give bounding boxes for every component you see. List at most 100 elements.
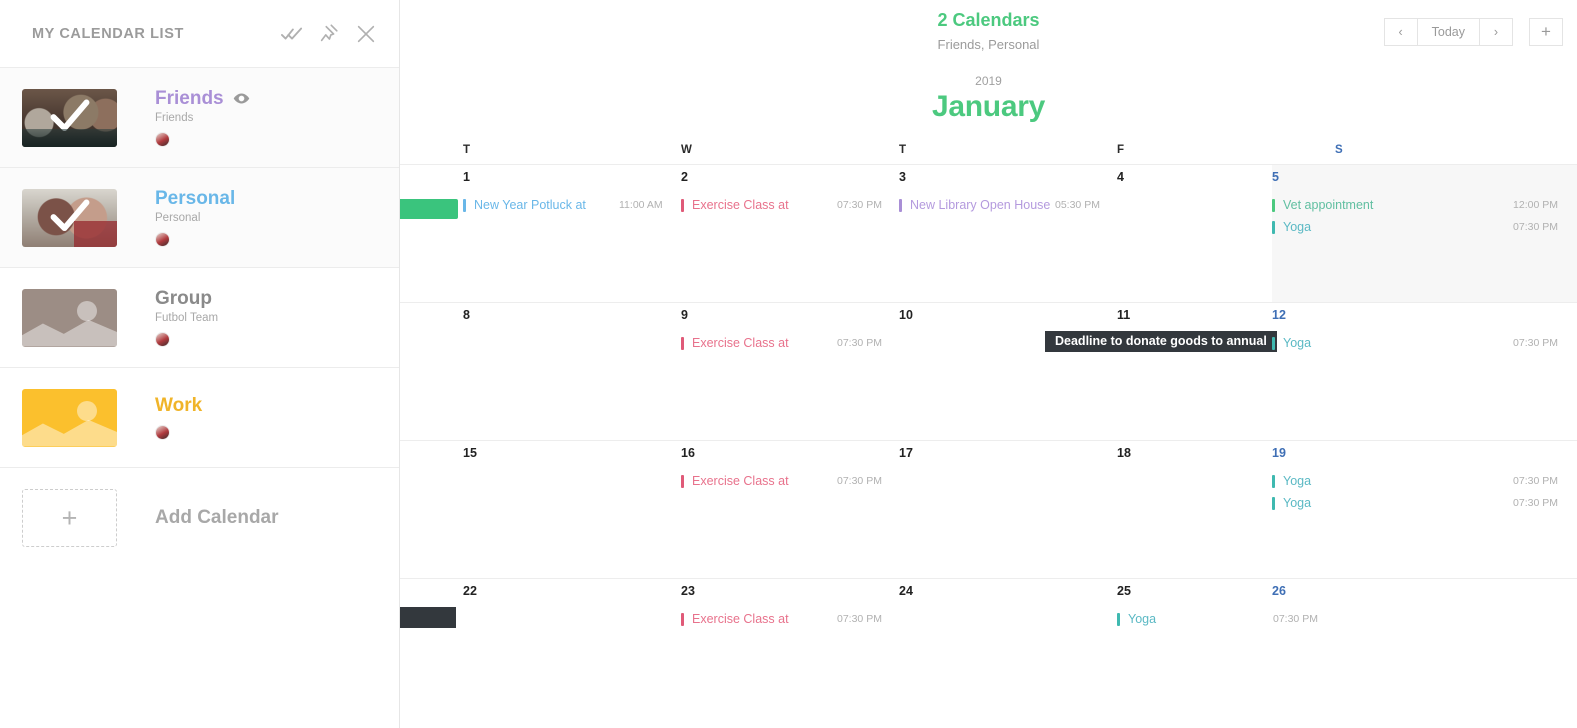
sidebar-title: MY CALENDAR LIST (32, 25, 184, 42)
weekday-header: S (1335, 144, 1343, 156)
event-color-bar (899, 198, 902, 212)
event-time: 07:30 PM (837, 337, 882, 349)
calendar-list-item[interactable]: Group Futbol Team (0, 268, 399, 368)
day-cell[interactable]: 26 (1272, 579, 1577, 717)
day-cell[interactable]: 10 (836, 303, 1054, 440)
eye-icon[interactable] (233, 90, 250, 107)
pin-icon[interactable] (318, 23, 340, 45)
day-cell[interactable]: 9 (618, 303, 836, 440)
week-row: 15 16 17 18 19 Exercise Class at 07:30 PM Yoga 0… (400, 441, 1577, 579)
checkmark-icon (48, 95, 92, 139)
day-number: 10 (899, 308, 913, 322)
event-title: New Year Potluck at (474, 198, 586, 212)
event-color-bar (681, 336, 684, 350)
event-color-bar (1117, 612, 1120, 626)
event-title: Yoga (1283, 336, 1312, 350)
day-cell[interactable]: 5 (1272, 165, 1577, 302)
day-cell[interactable]: 22 (400, 579, 618, 717)
calendar-list-item[interactable]: Friends Friends (0, 68, 399, 168)
next-period-button[interactable]: › (1479, 18, 1513, 46)
calendar-list-item[interactable]: Work (0, 368, 399, 468)
calendar-event[interactable]: Exercise Class at (681, 608, 789, 630)
calendar-subtitle: Futbol Team (155, 312, 219, 325)
event-color-bar (1272, 198, 1275, 212)
week-row: 22 23 24 25 26 Exercise Class at 07:30 PM Yoga 0… (400, 579, 1577, 717)
calendar-event[interactable]: Yoga (1272, 470, 1311, 492)
today-button[interactable]: Today (1416, 18, 1480, 46)
day-number: 23 (681, 584, 695, 598)
day-number: 4 (1117, 170, 1124, 184)
day-cell[interactable]: 19 (1272, 441, 1577, 578)
day-cell[interactable]: 16 (618, 441, 836, 578)
calendar-subtitle: Personal (155, 212, 201, 225)
year-label: 2019 (975, 74, 1002, 88)
add-calendar-button[interactable]: + Add Calendar (0, 468, 399, 568)
add-calendar-label: Add Calendar (155, 507, 279, 528)
clipped-event-chip[interactable] (400, 199, 458, 219)
event-title: Yoga (1128, 612, 1157, 626)
day-cell[interactable]: 25 (1054, 579, 1272, 717)
calendar-name-line: Friends (155, 88, 250, 110)
event-tooltip: Deadline to donate goods to annual (1045, 331, 1277, 352)
sidebar-actions (281, 23, 377, 45)
event-time: 07:30 PM (1513, 337, 1558, 349)
day-number: 26 (1272, 584, 1286, 598)
avatar (155, 424, 170, 440)
calendar-name: Personal (155, 187, 236, 209)
day-number: 22 (463, 584, 477, 598)
calendar-event[interactable]: Yoga (1117, 608, 1156, 630)
event-title: Yoga (1283, 496, 1312, 510)
avatar (155, 332, 170, 348)
day-cell[interactable]: 2 (618, 165, 836, 302)
prev-period-button[interactable]: ‹ (1383, 18, 1418, 46)
calendar-event[interactable]: Exercise Class at (681, 194, 789, 216)
event-title: Exercise Class at (692, 198, 789, 212)
day-cell[interactable]: 15 (400, 441, 618, 578)
calendar-name: Work (155, 395, 203, 417)
calendar-list-sidebar: MY CALENDAR LIST Friends Friends Personal P… (0, 0, 400, 728)
calendar-name-line: Group (155, 288, 218, 310)
event-color-bar (681, 612, 684, 626)
add-event-button[interactable]: + (1529, 18, 1563, 46)
close-icon[interactable] (355, 23, 377, 45)
avatar (155, 132, 170, 148)
day-cell[interactable]: 12 (1272, 303, 1577, 440)
day-cell[interactable]: 24 (836, 579, 1054, 717)
avatar (155, 232, 170, 248)
calendar-event[interactable]: New Year Potluck at (463, 194, 586, 216)
day-cell[interactable]: 8 (400, 303, 618, 440)
day-number: 8 (463, 308, 470, 322)
event-title: Exercise Class at (692, 336, 789, 350)
event-color-bar (463, 198, 466, 212)
calendar-list: Friends Friends Personal Personal Group Futbo… (0, 68, 399, 468)
day-cell[interactable]: 1 (400, 165, 618, 302)
event-title: Exercise Class at (692, 612, 789, 626)
day-cell[interactable]: 18 (1054, 441, 1272, 578)
calendar-thumbnail (22, 88, 117, 147)
calendar-event[interactable]: New Library Open House (899, 194, 1050, 216)
calendar-list-item[interactable]: Personal Personal (0, 168, 399, 268)
day-cell[interactable]: 17 (836, 441, 1054, 578)
calendar-event[interactable]: Exercise Class at (681, 332, 789, 354)
calendar-event[interactable]: Yoga (1272, 216, 1311, 238)
event-time: 07:30 PM (837, 475, 882, 487)
day-cell[interactable]: 4 (1054, 165, 1272, 302)
day-number: 12 (1272, 308, 1286, 322)
calendar-event[interactable]: Vet appointment (1272, 194, 1373, 216)
weekday-header: T (463, 144, 471, 156)
event-title: Exercise Class at (692, 474, 789, 488)
check-all-icon[interactable] (281, 23, 303, 45)
event-color-bar (681, 198, 684, 212)
day-cell[interactable]: 3 (836, 165, 1054, 302)
day-cell[interactable]: 11 (1054, 303, 1272, 440)
month-label: January (932, 90, 1045, 123)
day-number: 18 (1117, 446, 1131, 460)
event-time: 07:30 PM (837, 199, 882, 211)
event-time: 07:30 PM (1273, 613, 1318, 625)
calendar-event[interactable]: Yoga (1272, 492, 1311, 514)
day-cell[interactable]: 23 (618, 579, 836, 717)
sun-dot-icon (77, 300, 97, 321)
calendar-event[interactable]: Exercise Class at (681, 470, 789, 492)
event-title: Yoga (1283, 220, 1312, 234)
calendar-event[interactable]: Yoga (1272, 332, 1311, 354)
